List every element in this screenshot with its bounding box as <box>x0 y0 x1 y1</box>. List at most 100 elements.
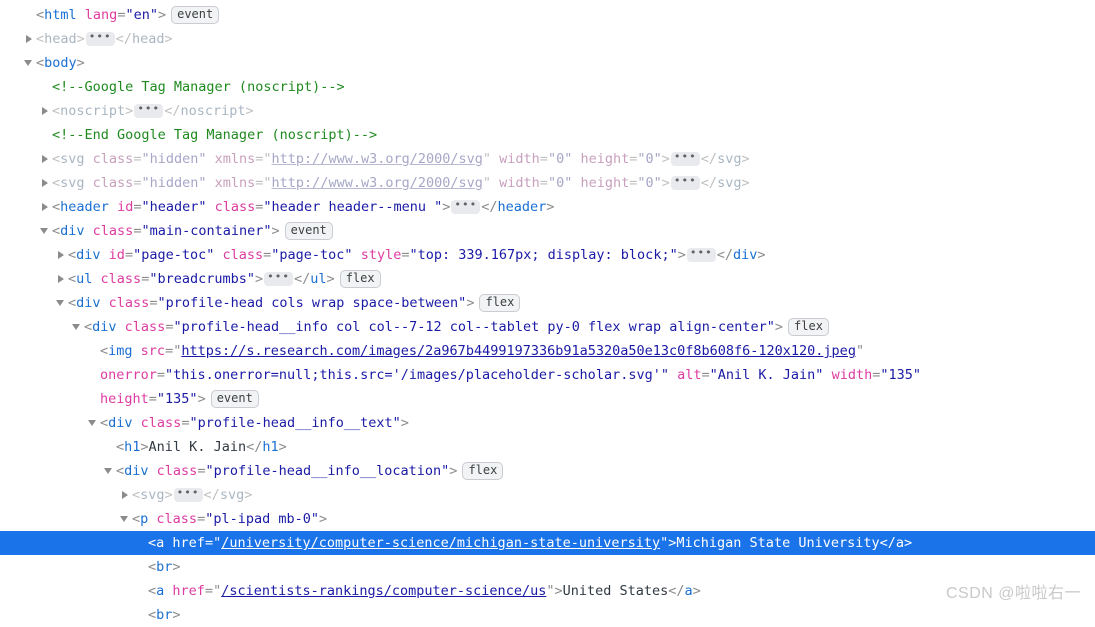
token-punct: > <box>662 151 670 167</box>
token-text: Anil K. Jain <box>149 439 247 455</box>
dom-node-row[interactable]: <svg class="hidden" xmlns="http://www.w3… <box>0 147 1095 171</box>
twisty-placeholder <box>40 75 52 99</box>
badge-flex[interactable]: flex <box>340 270 381 288</box>
token-attr-name: class <box>93 151 134 167</box>
token-punct: </ <box>204 487 220 503</box>
token-punct: > <box>904 535 912 551</box>
token-tag: svg <box>220 487 244 503</box>
token-punct: " <box>213 583 221 599</box>
dom-node-row[interactable]: height="135">event <box>0 387 1095 411</box>
dom-node-row[interactable]: <html lang="en">event <box>0 3 1095 27</box>
dom-node-row[interactable]: <div class="profile-head cols wrap space… <box>0 291 1095 315</box>
token-punct: > <box>158 7 166 23</box>
dom-node-row[interactable]: <div id="page-toc" class="page-toc" styl… <box>0 243 1095 267</box>
token-comment: <!--Google Tag Manager (noscript)--> <box>52 79 345 95</box>
dom-node-row[interactable]: <br> <box>0 555 1095 579</box>
twisty-placeholder <box>136 579 148 603</box>
expand-ellipsis-icon[interactable]: ••• <box>687 248 716 262</box>
dom-node-row[interactable]: <a href="/scientists-rankings/computer-s… <box>0 579 1095 603</box>
token-punct: </ <box>701 175 717 191</box>
dom-node-row[interactable]: <h1>Anil K. Jain</h1> <box>0 435 1095 459</box>
token-link[interactable]: http://www.w3.org/2000/svg <box>272 151 483 167</box>
token-punct: > <box>741 175 749 191</box>
token-link[interactable]: /scientists-rankings/computer-science/us <box>221 583 546 599</box>
token-attr-name: class <box>125 319 166 335</box>
badge-flex[interactable]: flex <box>788 318 829 336</box>
chevron-right-icon[interactable] <box>40 147 52 171</box>
dom-node-row[interactable]: onerror="this.onerror=null;this.src='/im… <box>0 363 1095 387</box>
chevron-right-icon[interactable] <box>40 171 52 195</box>
dom-node-row[interactable]: <header id="header" class="header header… <box>0 195 1095 219</box>
token-tag: div <box>60 223 84 239</box>
token-link[interactable]: /university/computer-science/michigan-st… <box>221 535 660 551</box>
badge-event[interactable]: event <box>285 222 333 240</box>
chevron-down-icon[interactable] <box>40 219 52 243</box>
chevron-right-icon[interactable] <box>40 195 52 219</box>
chevron-down-icon[interactable] <box>120 507 132 531</box>
dom-node-row[interactable]: <svg class="hidden" xmlns="http://www.w3… <box>0 171 1095 195</box>
token-tag: html <box>44 7 77 23</box>
chevron-right-icon[interactable] <box>56 243 68 267</box>
token-tag: h1 <box>124 439 140 455</box>
chevron-down-icon[interactable] <box>72 315 84 339</box>
token-punct: > <box>449 463 457 479</box>
dom-node-row[interactable]: <div class="profile-head__info__text"> <box>0 411 1095 435</box>
token-text: United States <box>563 583 669 599</box>
dom-node-row[interactable]: <head>•••</head> <box>0 27 1095 51</box>
token-punct: > <box>757 247 765 263</box>
dom-node-row[interactable]: <a href="/university/computer-science/mi… <box>0 531 1095 555</box>
dom-node-row[interactable]: <div class="profile-head__info__location… <box>0 459 1095 483</box>
dom-node-row[interactable]: <img src="https://s.research.com/images/… <box>0 339 1095 363</box>
dom-node-row[interactable]: <body> <box>0 51 1095 75</box>
dom-node-row[interactable]: <ul class="breadcrumbs">•••</ul>flex <box>0 267 1095 291</box>
expand-ellipsis-icon[interactable]: ••• <box>671 152 700 166</box>
chevron-down-icon[interactable] <box>56 291 68 315</box>
token-attr-name: width <box>832 367 873 383</box>
token-punct: > <box>775 319 783 335</box>
token-punct: < <box>148 583 156 599</box>
badge-flex[interactable]: flex <box>479 294 520 312</box>
dom-node-row[interactable]: <p class="pl-ipad mb-0"> <box>0 507 1095 531</box>
token-punct: > <box>401 415 409 431</box>
chevron-right-icon[interactable] <box>40 99 52 123</box>
dom-node-row[interactable]: <svg>•••</svg> <box>0 483 1095 507</box>
token-punct: < <box>68 271 76 287</box>
token-punct: < <box>68 295 76 311</box>
dom-node-row[interactable]: <div class="profile-head__info col col--… <box>0 315 1095 339</box>
expand-ellipsis-icon[interactable]: ••• <box>451 200 480 214</box>
expand-ellipsis-icon[interactable]: ••• <box>264 272 293 286</box>
token-attr-name: class <box>101 271 142 287</box>
dom-tree[interactable]: <html lang="en">event<head>•••</head><bo… <box>0 0 1095 627</box>
twisty-placeholder <box>104 435 116 459</box>
token-punct: < <box>52 223 60 239</box>
chevron-down-icon[interactable] <box>104 459 116 483</box>
dom-node-row[interactable]: <noscript>•••</noscript> <box>0 99 1095 123</box>
token-tag: a <box>156 583 164 599</box>
token-punct: > <box>678 247 686 263</box>
badge-flex[interactable]: flex <box>462 462 503 480</box>
token-link[interactable]: https://s.research.com/images/2a967b4499… <box>181 343 856 359</box>
dom-node-row[interactable]: <!--End Google Tag Manager (noscript)--> <box>0 123 1095 147</box>
token-punct: < <box>148 535 156 551</box>
expand-ellipsis-icon[interactable]: ••• <box>174 488 203 502</box>
chevron-down-icon[interactable] <box>24 51 36 75</box>
token-punct: </ <box>116 31 132 47</box>
expand-ellipsis-icon[interactable]: ••• <box>86 32 115 46</box>
dom-node-row[interactable]: <!--Google Tag Manager (noscript)--> <box>0 75 1095 99</box>
token-tag: h1 <box>262 439 278 455</box>
badge-event[interactable]: event <box>211 390 259 408</box>
expand-ellipsis-icon[interactable]: ••• <box>671 176 700 190</box>
token-punct: > <box>140 439 148 455</box>
token-attr-val: "this.onerror=null;this.src='/images/pla… <box>165 367 669 383</box>
token-tag: br <box>156 559 172 575</box>
token-link[interactable]: http://www.w3.org/2000/svg <box>272 175 483 191</box>
chevron-right-icon[interactable] <box>56 267 68 291</box>
chevron-right-icon[interactable] <box>120 483 132 507</box>
chevron-right-icon[interactable] <box>24 27 36 51</box>
expand-ellipsis-icon[interactable]: ••• <box>134 104 163 118</box>
token-punct: > <box>554 583 562 599</box>
badge-event[interactable]: event <box>171 6 219 24</box>
chevron-down-icon[interactable] <box>88 411 100 435</box>
dom-node-row[interactable]: <br> <box>0 603 1095 627</box>
dom-node-row[interactable]: <div class="main-container">event <box>0 219 1095 243</box>
